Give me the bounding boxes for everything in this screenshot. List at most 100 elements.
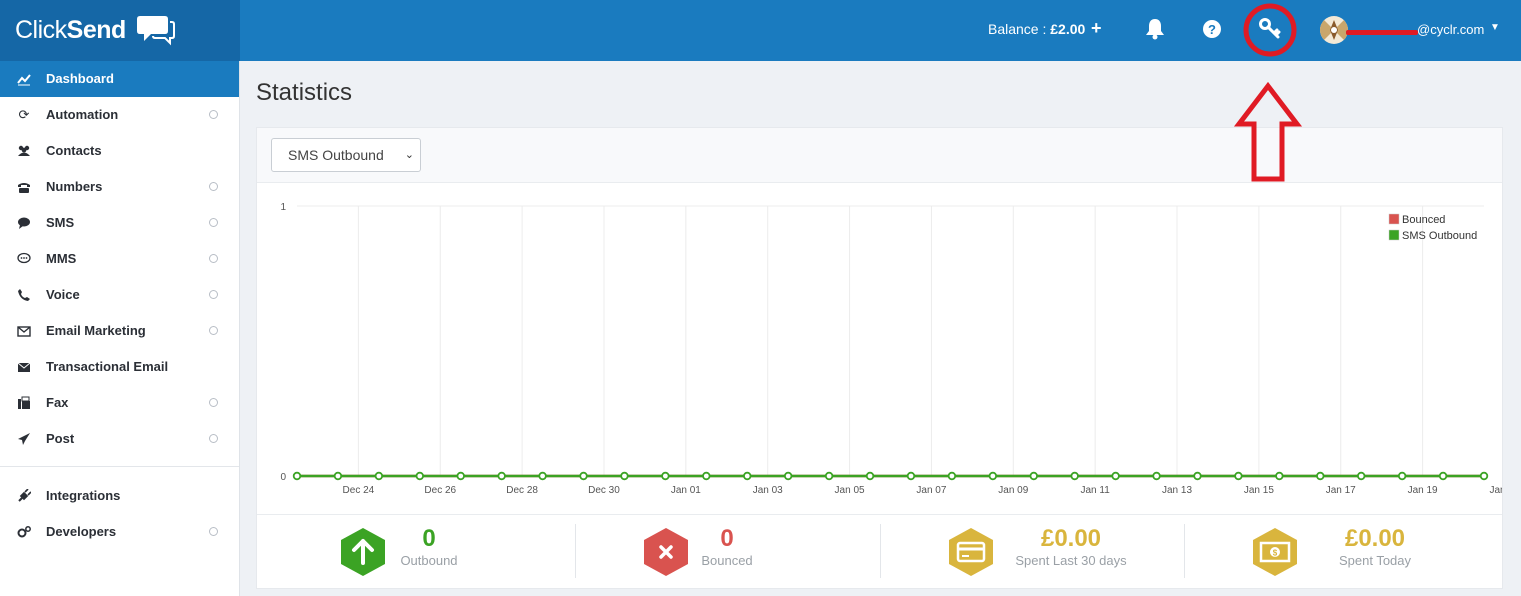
- sidebar-item-label: Post: [46, 431, 75, 446]
- status-dot: [209, 398, 218, 407]
- sidebar-item-fax[interactable]: Fax: [0, 385, 239, 421]
- status-dot: [209, 290, 218, 299]
- x-tick-label: Jan 13: [1162, 485, 1192, 496]
- plug-icon: [18, 489, 31, 502]
- data-point: [988, 471, 998, 481]
- data-point: [906, 471, 916, 481]
- status-dot: [209, 182, 218, 191]
- balance: Balance : £2.00: [988, 21, 1086, 37]
- envelope-icon: [17, 362, 31, 372]
- stat-value: £0.00: [1040, 525, 1102, 552]
- chat-bubble-icon: [18, 217, 30, 229]
- logo-bubble-icon: [137, 16, 175, 46]
- stat-value: 0: [720, 525, 734, 552]
- data-point: [783, 471, 793, 481]
- data-point: [1479, 471, 1489, 481]
- sidebar-item-label: Dashboard: [46, 71, 114, 86]
- data-point: [661, 471, 670, 481]
- bell-icon[interactable]: [1145, 18, 1165, 40]
- data-point: [1316, 471, 1325, 481]
- sidebar-item-voice[interactable]: Voice: [0, 277, 239, 313]
- sidebar-item-label: Integrations: [46, 488, 121, 503]
- plus-icon[interactable]: +: [1091, 18, 1102, 39]
- data-point: [497, 471, 506, 481]
- avatar[interactable]: [1320, 16, 1348, 44]
- data-point: [1357, 471, 1366, 481]
- x-tick-label: Jan 11: [1081, 485, 1111, 496]
- x-tick-label: Dec 26: [424, 485, 456, 496]
- stat-label: Spent Today: [1338, 553, 1412, 568]
- data-point: [1397, 471, 1407, 481]
- sidebar-item-post[interactable]: Post: [0, 421, 239, 457]
- arrow-up-icon: [341, 528, 385, 576]
- data-point: [333, 471, 343, 481]
- chat-dots-icon: [17, 252, 31, 264]
- stat-spent-today: $ £0.00 Spent Today: [1185, 515, 1501, 589]
- chevron-down-icon[interactable]: ▼: [1490, 22, 1500, 33]
- sidebar-item-automation[interactable]: ⟳ Automation: [0, 97, 239, 133]
- avatar-pattern-icon: [1320, 16, 1348, 44]
- sidebar-item-label: Automation: [46, 107, 119, 122]
- x-tick-label: Jan 03: [753, 485, 783, 496]
- line-chart: Dec 24 Dec 26 Dec 28 Dec 30 Jan 01 Jan 03 Jan …: [280, 202, 1502, 496]
- data-point: [456, 471, 465, 481]
- sidebar-item-integrations[interactable]: Integrations: [0, 478, 239, 514]
- x-tick-label: Dec 30: [588, 485, 620, 496]
- x-tick-label: Jan 17: [1326, 485, 1356, 496]
- stat-label: Bounced: [701, 553, 753, 568]
- x-tick-label: Jan 07: [916, 485, 946, 496]
- sidebar-item-contacts[interactable]: Contacts: [0, 133, 239, 169]
- data-point: [1438, 471, 1448, 481]
- data-point: [702, 471, 711, 481]
- logo-area[interactable]: ClickSend: [0, 0, 240, 61]
- data-point: [415, 471, 424, 481]
- report-type-select[interactable]: SMS Outbound ⌄: [271, 138, 421, 172]
- data-point: [1234, 471, 1243, 481]
- x-tick-label: Jan 01: [671, 485, 701, 496]
- x-tick-label: Jan 09: [998, 485, 1028, 496]
- data-point: [1152, 471, 1161, 481]
- gears-icon: [17, 526, 31, 538]
- users-icon: [18, 145, 30, 156]
- balance-value: £2.00: [1050, 21, 1086, 37]
- stat-label: Outbound: [400, 553, 458, 568]
- stat-label: Spent Last 30 days: [1015, 553, 1127, 568]
- phone-icon: [18, 289, 30, 301]
- logo[interactable]: ClickSend: [15, 16, 126, 45]
- sidebar-item-label: Voice: [46, 287, 80, 302]
- sidebar-item-numbers[interactable]: Numbers: [0, 169, 239, 205]
- data-point: [1275, 471, 1284, 481]
- y-tick-label: 0: [280, 472, 286, 483]
- stat-value: 0: [422, 525, 436, 552]
- sidebar-item-email-marketing[interactable]: Email Marketing: [0, 313, 239, 349]
- status-dot: [209, 218, 218, 227]
- sidebar-item-label: Email Marketing: [46, 323, 146, 338]
- sidebar-item-label: Transactional Email: [46, 359, 169, 374]
- x-tick-label: Dec 24: [343, 485, 375, 496]
- data-point: [292, 471, 302, 481]
- user-email[interactable]: @cyclr.com: [1417, 22, 1484, 37]
- sidebar-item-dashboard[interactable]: Dashboard: [0, 61, 239, 97]
- data-point: [1029, 471, 1038, 481]
- page-title: Statistics: [256, 79, 353, 106]
- envelope-outline-icon: [17, 326, 31, 337]
- y-tick-label: 1: [280, 202, 286, 213]
- sidebar-item-developers[interactable]: Developers: [0, 514, 239, 550]
- select-value: SMS Outbound: [288, 147, 384, 163]
- sidebar-item-mms[interactable]: MMS: [0, 241, 239, 277]
- data-point: [374, 471, 384, 481]
- sidebar-item-transactional-email[interactable]: Transactional Email: [0, 349, 239, 385]
- status-dot: [209, 326, 218, 335]
- x-tick-label: Dec 28: [506, 485, 538, 496]
- sidebar-item-sms[interactable]: SMS: [0, 205, 239, 241]
- sidebar-item-label: MMS: [46, 251, 77, 266]
- help-icon[interactable]: ?: [1202, 19, 1222, 39]
- key-icon[interactable]: [1259, 18, 1281, 40]
- status-dot: [209, 527, 218, 536]
- phone-dialer-icon: [18, 183, 30, 193]
- sidebar-item-label: Developers: [46, 524, 117, 539]
- credit-card-icon: [949, 528, 993, 576]
- svg-text:?: ?: [1208, 22, 1216, 37]
- legend-label: Bounced: [1402, 214, 1445, 226]
- stat-spent-30-days: £0.00 Spent Last 30 days: [881, 515, 1185, 589]
